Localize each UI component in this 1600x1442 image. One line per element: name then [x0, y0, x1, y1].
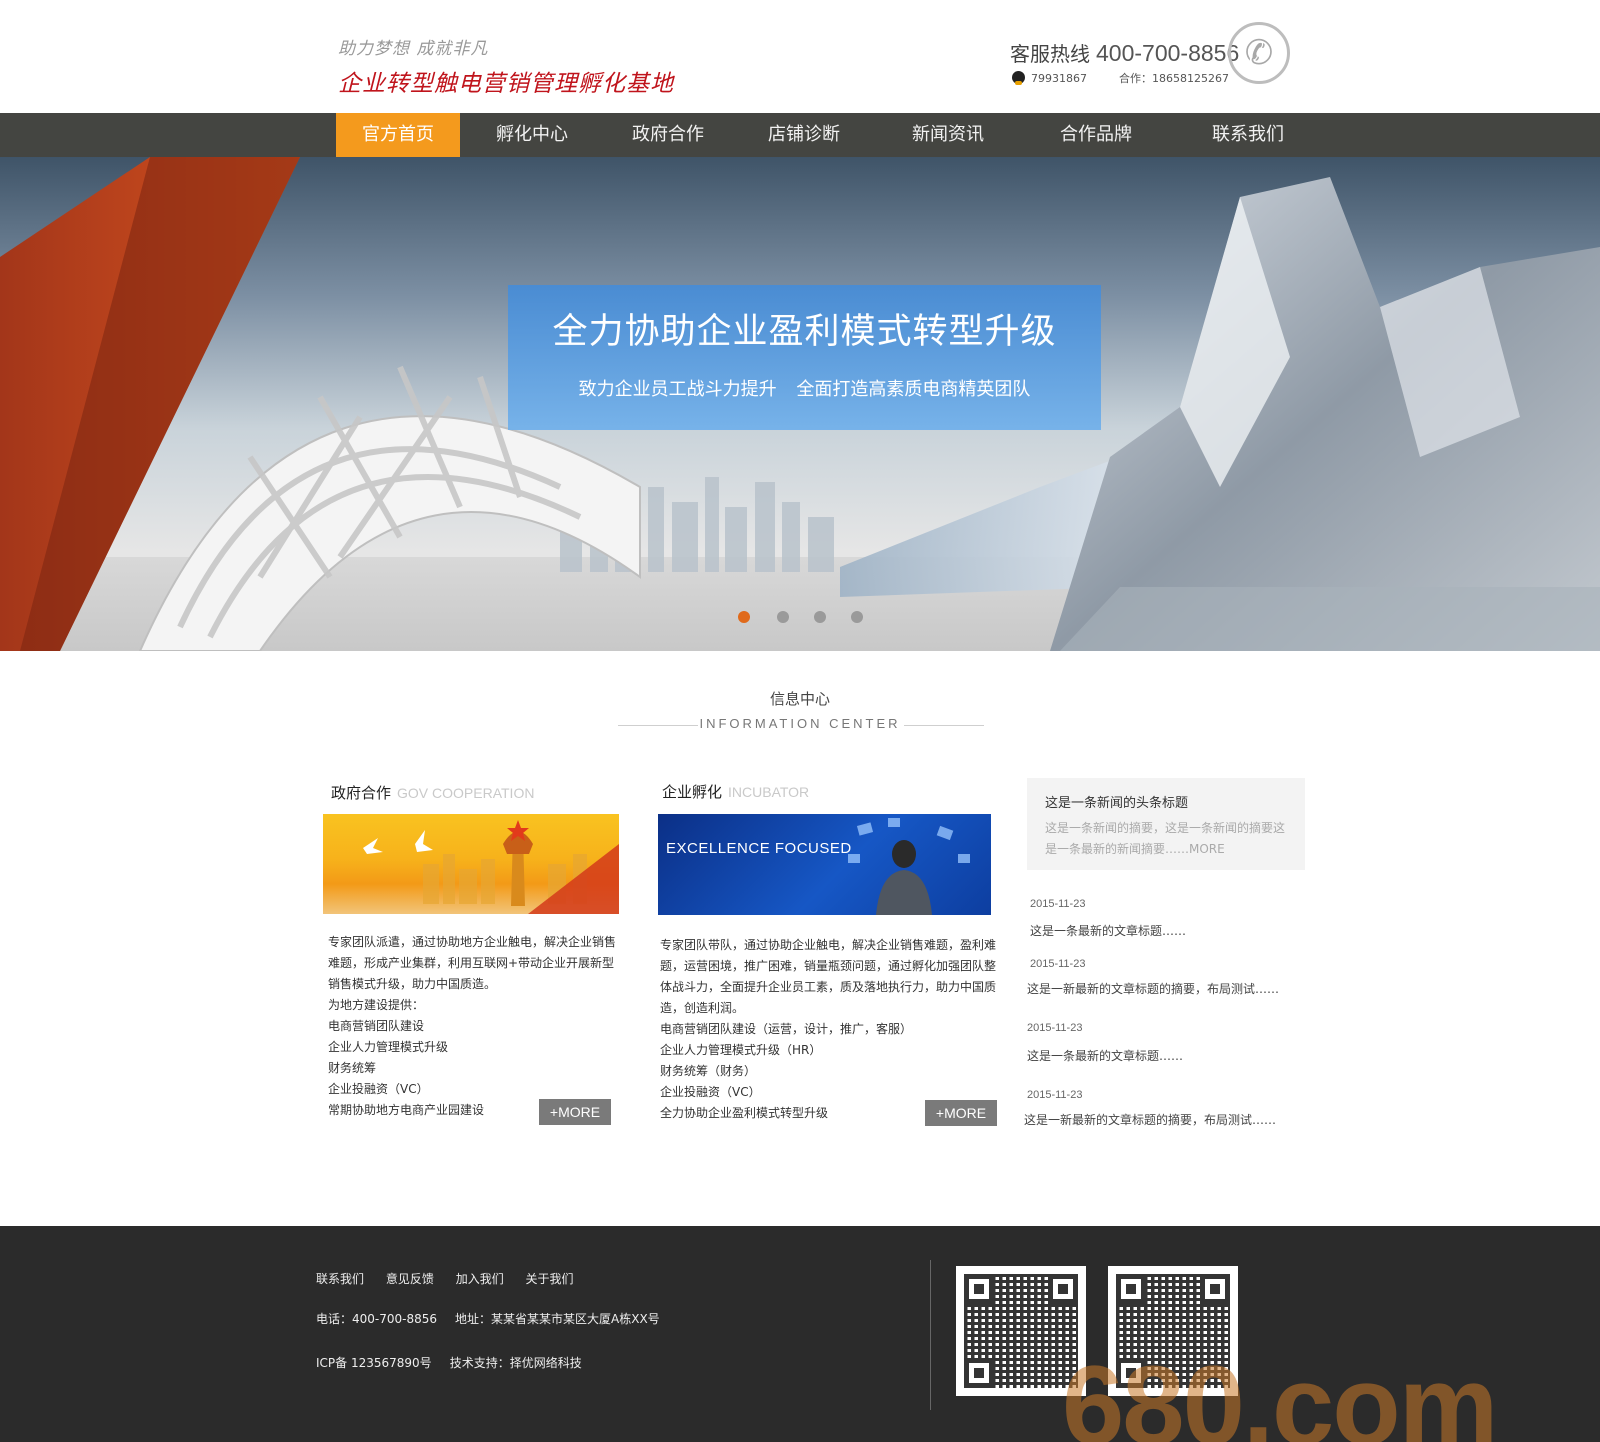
gov-image[interactable]: [323, 814, 619, 914]
qr-finder: [964, 1274, 994, 1304]
qr-finder: [964, 1358, 994, 1388]
hotline: 客服热线 400-700-8856: [1010, 38, 1239, 67]
footer-link[interactable]: 联系我们: [316, 1272, 364, 1286]
incubator-line: 题，运营困境，推广困难，销量瓶颈问题，通过孵化加强团队整: [660, 959, 997, 973]
incubator-image-text: EXCELLENCE FOCUSED: [666, 840, 852, 857]
gov-illustration: [363, 820, 619, 914]
footer-icp[interactable]: ICP备 123567890号: [316, 1356, 432, 1370]
footer-support[interactable]: 技术支持：择优网络科技: [450, 1356, 582, 1370]
nav-incubation[interactable]: 孵化中心: [470, 113, 594, 157]
site-title[interactable]: 企业转型触电营销管理孵化基地: [338, 64, 674, 98]
coop-phone: 合作：18658125267: [1119, 72, 1229, 85]
qq-icon[interactable]: [1012, 71, 1025, 85]
news-date: 2015-11-23: [1030, 898, 1086, 910]
news-date: 2015-11-23: [1027, 1089, 1083, 1101]
contact-sub: 79931867 合作：18658125267: [1012, 70, 1229, 86]
watermark: 680.com: [1062, 1343, 1498, 1442]
incubator-title: 企业孵化: [662, 783, 723, 801]
footer-divider: [930, 1260, 931, 1410]
incubator-line: 财务统筹（财务）: [660, 1064, 757, 1078]
gov-line: 难题，形成产业集群，利用互联网+带动企业开展新型: [328, 956, 615, 970]
footer-link[interactable]: 加入我们: [456, 1272, 504, 1286]
hotline-label: 客服热线: [1010, 42, 1090, 66]
incubator-line: 电商营销团队建设（运营，设计，推广，客服）: [660, 1022, 913, 1036]
news-item[interactable]: 这是一条最新的文章标题……: [1030, 922, 1186, 939]
slide-dot-1[interactable]: [738, 611, 750, 623]
qr-finder: [1116, 1274, 1146, 1304]
hotline-number[interactable]: 400-700-8856: [1096, 40, 1239, 66]
incubator-line: 体战斗力，全面提升企业员工素，质及落地执行力，助力中国质: [660, 980, 997, 994]
nav-shop-diagnosis[interactable]: 店铺诊断: [742, 113, 866, 157]
incubator-line: 造，创造利润。: [660, 1001, 745, 1015]
banner-subline: 致力企业员工战斗力提升 全面打造高素质电商精英团队: [578, 379, 1031, 400]
footer-contact: 电话：400-700-8856 地址：某某省某某市某区大厦A栋XX号: [316, 1310, 678, 1327]
gov-line: 为地方建设提供：: [328, 998, 425, 1012]
qr-pattern: [964, 1274, 1078, 1388]
news-date: 2015-11-23: [1027, 1022, 1083, 1034]
gov-line: 企业人力管理模式升级: [328, 1040, 449, 1054]
news-item[interactable]: 这是一新最新的文章标题的摘要，布局测试……: [1024, 1111, 1276, 1128]
gov-line: 专家团队派遣，通过协助地方企业触电，解决企业销售: [328, 935, 617, 949]
hero-banner[interactable]: 全力协助企业盈利模式转型升级 致力企业员工战斗力提升 全面打造高素质电商精英团队: [0, 157, 1600, 651]
section-title: 信息中心: [769, 690, 830, 708]
nav-contact[interactable]: 联系我们: [1186, 113, 1310, 157]
slide-dot-4[interactable]: [851, 611, 863, 623]
headline-news-box[interactable]: 这是一条新闻的头条标题 这是一条新闻的摘要，这是一条新闻的摘要这是一条最新的新闻…: [1027, 778, 1305, 870]
gov-line: 销售模式升级，助力中国质造。: [328, 977, 497, 991]
news-item[interactable]: 这是一条最新的文章标题……: [1027, 1047, 1183, 1064]
gov-line: 财务统筹: [328, 1061, 377, 1075]
qq-number[interactable]: 79931867: [1031, 72, 1087, 85]
gov-title: 政府合作: [331, 784, 392, 802]
incubator-illustration: [848, 818, 970, 915]
site-footer: 联系我们 意见反馈 加入我们 关于我们 电话：400-700-8856 地址：某某…: [0, 1226, 1600, 1442]
gov-line: 电商营销团队建设: [328, 1019, 425, 1033]
gov-more-button[interactable]: +MORE: [539, 1099, 611, 1125]
nav-home[interactable]: 官方首页: [336, 113, 460, 157]
qr-finder: [1200, 1274, 1230, 1304]
banner-headline: 全力协助企业盈利模式转型升级: [552, 312, 1057, 352]
footer-phone: 电话：400-700-8856: [316, 1312, 438, 1326]
news-date: 2015-11-23: [1030, 958, 1086, 970]
nav-government[interactable]: 政府合作: [606, 113, 730, 157]
incubator-heading[interactable]: 企业孵化 INCUBATOR: [662, 781, 809, 802]
footer-legal: ICP备 123567890号 技术支持：择优网络科技: [316, 1354, 600, 1371]
site-header: 助力梦想 成就非凡 企业转型触电营销管理孵化基地 客服热线 400-700-885…: [0, 0, 1600, 113]
incubator-text: 专家团队带队，通过协助企业触电，解决企业销售难题，盈利难 题，运营困境，推广困难…: [660, 935, 996, 1124]
slide-dot-3[interactable]: [814, 611, 826, 623]
banner-caption-box: 全力协助企业盈利模式转型升级 致力企业员工战斗力提升 全面打造高素质电商精英团队: [508, 285, 1101, 430]
gov-line: 企业投融资（VC）: [328, 1082, 429, 1096]
slogan: 助力梦想 成就非凡: [338, 39, 489, 59]
gov-text: 专家团队派遣，通过协助地方企业触电，解决企业销售 难题，形成产业集群，利用互联网…: [328, 932, 616, 1121]
slide-dot-2[interactable]: [777, 611, 789, 623]
news-item[interactable]: 这是一新最新的文章标题的摘要，布局测试……: [1027, 980, 1279, 997]
footer-address: 地址：某某省某某市某区大厦A栋XX号: [455, 1312, 660, 1326]
incubator-image[interactable]: EXCELLENCE FOCUSED: [658, 814, 991, 915]
footer-links: 联系我们 意见反馈 加入我们 关于我们: [316, 1270, 592, 1287]
qr-finder: [1048, 1274, 1078, 1304]
gov-title-en: GOV COOPERATION: [397, 785, 535, 801]
section-subtitle: INFORMATION CENTER: [699, 716, 901, 731]
footer-link[interactable]: 意见反馈: [386, 1272, 434, 1286]
incubator-title-en: INCUBATOR: [728, 784, 810, 800]
gov-heading[interactable]: 政府合作 GOV COOPERATION: [331, 782, 534, 803]
title-divider-right: [904, 725, 984, 726]
incubator-line: 专家团队带队，通过协助企业触电，解决企业销售难题，盈利难: [660, 938, 997, 952]
main-nav: 官方首页 孵化中心 政府合作 店铺诊断 新闻资讯 合作品牌 联系我们: [0, 113, 1600, 157]
nav-brands[interactable]: 合作品牌: [1034, 113, 1158, 157]
headline-news-summary: 这是一条新闻的摘要，这是一条新闻的摘要这是一条最新的新闻摘要……MORE: [1045, 821, 1286, 856]
phone-icon: ✆: [1228, 22, 1290, 84]
footer-link[interactable]: 关于我们: [526, 1272, 574, 1286]
incubator-more-button[interactable]: +MORE: [925, 1100, 997, 1126]
headline-news-title[interactable]: 这是一条新闻的头条标题: [1045, 792, 1188, 811]
nav-news[interactable]: 新闻资讯: [886, 113, 1010, 157]
incubator-line: 企业人力管理模式升级（HR）: [660, 1043, 822, 1057]
